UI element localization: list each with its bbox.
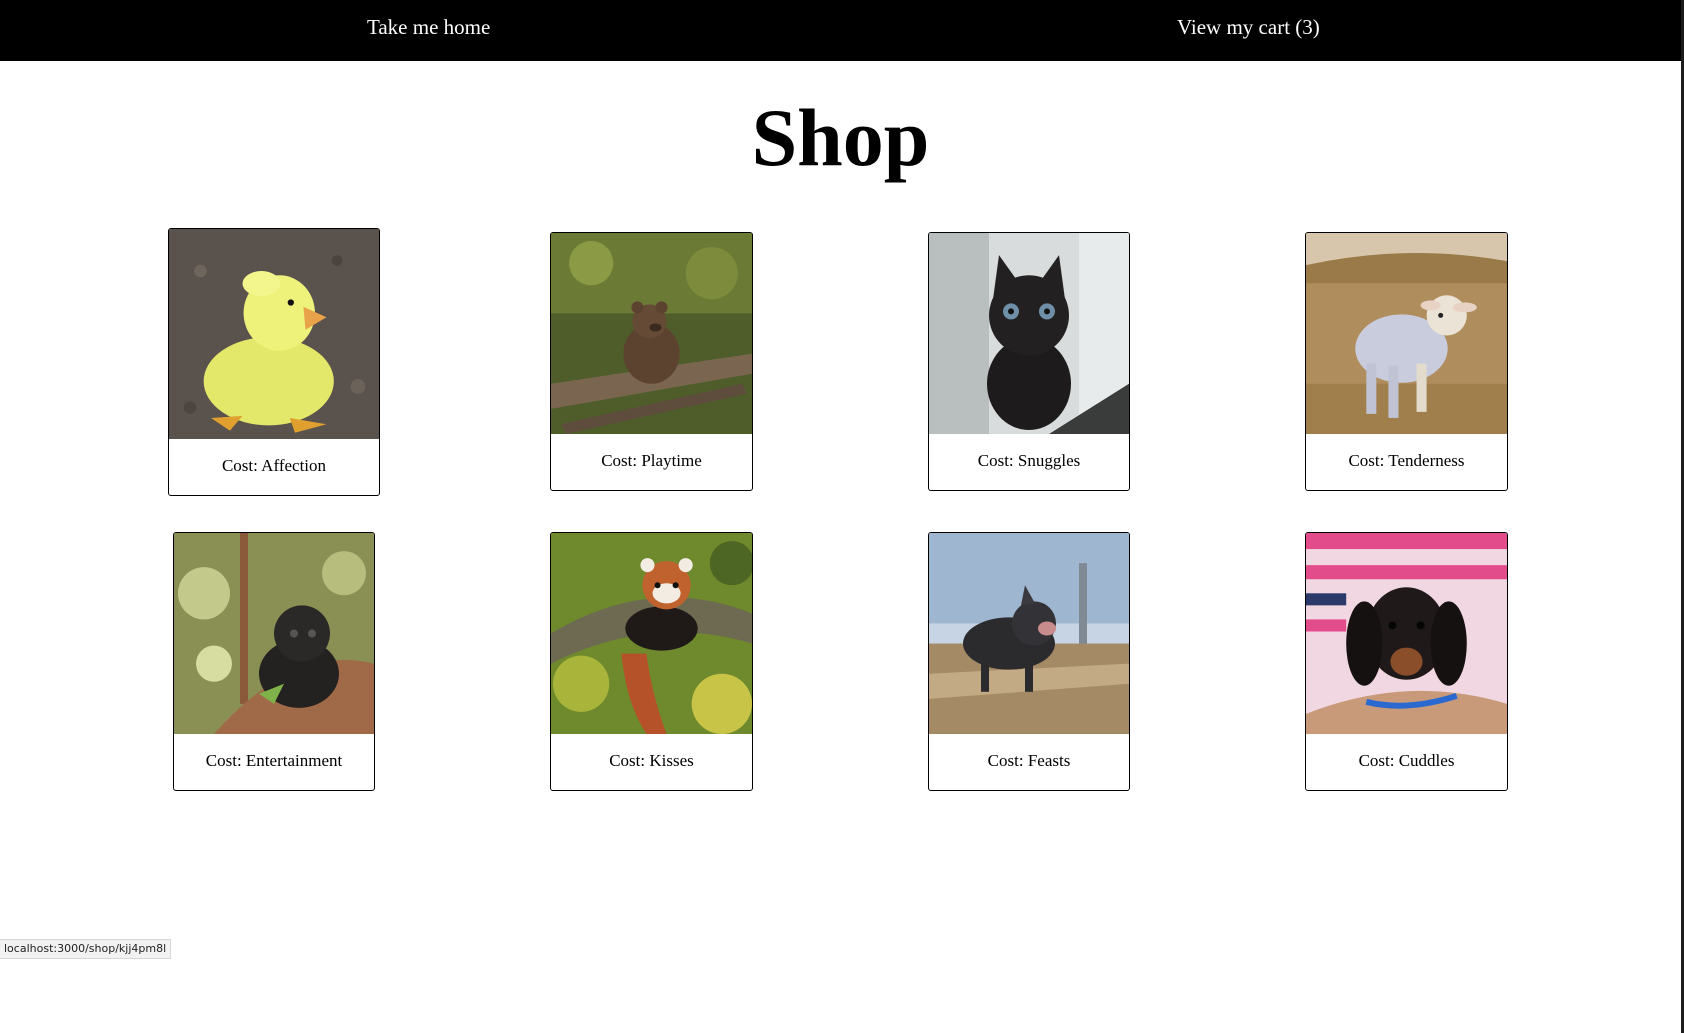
product-cost-label: Cost: Playtime — [601, 451, 702, 470]
product-card-baby-monkey[interactable]: Cost: Entertainment — [173, 532, 375, 791]
take-me-home-link[interactable]: Take me home — [367, 0, 490, 55]
product-card-lamb[interactable]: Cost: Tenderness — [1305, 232, 1508, 491]
status-bar-url: localhost:3000/shop/kjj4pm8l — [0, 939, 172, 959]
product-card-dachshund-puppy[interactable]: Cost: Cuddles — [1305, 532, 1508, 791]
product-cost-label: Cost: Tenderness — [1348, 451, 1465, 470]
product-card-red-panda[interactable]: Cost: Kisses — [550, 532, 753, 791]
product-cost-label: Cost: Affection — [221, 456, 327, 475]
product-card-bear-cub[interactable]: Cost: Playtime — [550, 232, 753, 491]
baby-monkey-photo — [174, 533, 374, 734]
product-cost-label: Cost: Entertainment — [205, 751, 343, 770]
red-panda-photo — [551, 533, 752, 734]
view-cart-link[interactable]: View my cart (3) — [1177, 0, 1320, 55]
product-cost-label: Cost: Cuddles — [1358, 751, 1455, 770]
product-card-piglet[interactable]: Cost: Feasts — [928, 532, 1130, 791]
kitten-photo — [929, 233, 1129, 434]
bear-cub-photo — [551, 233, 752, 434]
product-cost-label: Cost: Feasts — [987, 751, 1071, 770]
piglet-photo — [929, 533, 1129, 734]
duckling-photo — [169, 229, 379, 439]
page-title: Shop — [751, 92, 930, 183]
product-cost-label: Cost: Kisses — [609, 751, 694, 770]
dachshund-puppy-photo — [1306, 533, 1507, 734]
lamb-photo — [1306, 233, 1507, 434]
product-cost-label: Cost: Snuggles — [977, 451, 1081, 470]
product-card-kitten[interactable]: Cost: Snuggles — [928, 232, 1130, 491]
top-navigation-bar: Take me home View my cart (3) — [0, 0, 1681, 61]
product-card-duckling[interactable]: Cost: Affection — [168, 228, 380, 496]
